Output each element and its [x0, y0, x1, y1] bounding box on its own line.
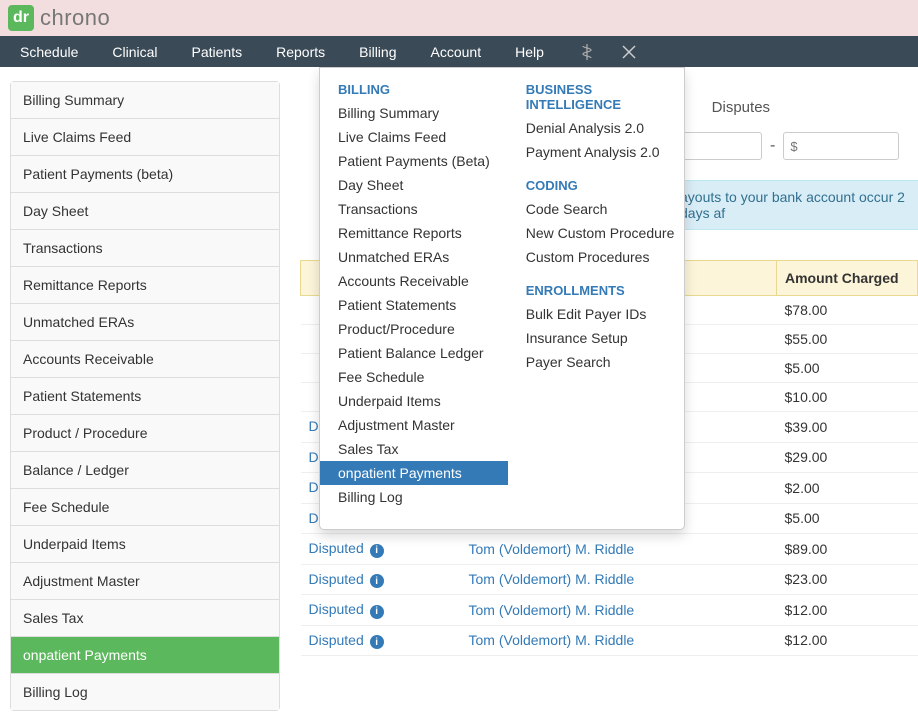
- logo-icon: dr: [8, 5, 34, 31]
- sidebar-item[interactable]: Balance / Ledger: [11, 452, 279, 489]
- sidebar-item[interactable]: Transactions: [11, 230, 279, 267]
- info-icon[interactable]: i: [370, 544, 384, 558]
- top-bar: dr chrono: [0, 0, 918, 36]
- status-link[interactable]: Disputed: [309, 601, 368, 617]
- nav-billing[interactable]: Billing: [359, 44, 396, 60]
- info-icon[interactable]: i: [370, 635, 384, 649]
- menu-item[interactable]: Billing Summary: [320, 101, 508, 125]
- sidebar-item[interactable]: Remittance Reports: [11, 267, 279, 304]
- menu-item[interactable]: Remittance Reports: [320, 221, 508, 245]
- menu-item[interactable]: Live Claims Feed: [320, 125, 508, 149]
- amount-cell: $10.00: [777, 383, 918, 412]
- menu-item[interactable]: Day Sheet: [320, 173, 508, 197]
- sidebar-item[interactable]: Fee Schedule: [11, 489, 279, 526]
- menu-item[interactable]: Unmatched ERAs: [320, 245, 508, 269]
- menu-item[interactable]: Patient Balance Ledger: [320, 341, 508, 365]
- amount-cell: $2.00: [777, 473, 918, 504]
- sidebar-item[interactable]: Day Sheet: [11, 193, 279, 230]
- nav-help[interactable]: Help: [515, 44, 544, 60]
- nav-patients[interactable]: Patients: [192, 44, 243, 60]
- menu-item[interactable]: New Custom Procedure: [508, 221, 693, 245]
- menu-item[interactable]: Payment Analysis 2.0: [508, 140, 693, 164]
- table-row: Disputed i Tom (Voldemort) M. Riddle $12.0…: [301, 595, 918, 626]
- menu-header-bi: BUSINESS INTELLIGENCE: [508, 78, 693, 116]
- sidebar-item[interactable]: Underpaid Items: [11, 526, 279, 563]
- menu-item[interactable]: Bulk Edit Payer IDs: [508, 302, 693, 326]
- tools-icon[interactable]: [620, 43, 638, 61]
- menu-item[interactable]: Accounts Receivable: [320, 269, 508, 293]
- patient-link[interactable]: Tom (Voldemort) M. Riddle: [469, 571, 635, 587]
- amount-max-input[interactable]: [783, 132, 899, 160]
- billing-dropdown: BILLING Billing SummaryLive Claims FeedP…: [319, 67, 685, 530]
- status-link[interactable]: Disputed: [309, 632, 368, 648]
- sidebar-item[interactable]: Patient Payments (beta): [11, 156, 279, 193]
- menu-item[interactable]: Adjustment Master: [320, 413, 508, 437]
- menu-item[interactable]: Billing Log: [320, 485, 508, 509]
- menu-item[interactable]: Denial Analysis 2.0: [508, 116, 693, 140]
- patient-link[interactable]: Tom (Voldemort) M. Riddle: [469, 541, 635, 557]
- menu-item[interactable]: Fee Schedule: [320, 365, 508, 389]
- nav-clinical[interactable]: Clinical: [112, 44, 157, 60]
- amount-cell: $5.00: [777, 354, 918, 383]
- menu-item[interactable]: Patient Payments (Beta): [320, 149, 508, 173]
- nav-account[interactable]: Account: [431, 44, 482, 60]
- sidebar-item[interactable]: Unmatched ERAs: [11, 304, 279, 341]
- menu-item[interactable]: onpatient Payments: [320, 461, 508, 485]
- amount-cell: $23.00: [777, 564, 918, 595]
- logo-text: chrono: [40, 5, 110, 31]
- menu-item[interactable]: Payer Search: [508, 350, 693, 374]
- nav-reports[interactable]: Reports: [276, 44, 325, 60]
- range-separator: -: [770, 137, 775, 155]
- main-nav: Schedule Clinical Patients Reports Billi…: [0, 36, 918, 67]
- menu-item[interactable]: Insurance Setup: [508, 326, 693, 350]
- caduceus-icon[interactable]: [578, 43, 596, 61]
- amount-cell: $89.00: [777, 534, 918, 565]
- sidebar-item[interactable]: Billing Log: [11, 674, 279, 710]
- sidebar-item[interactable]: Live Claims Feed: [11, 119, 279, 156]
- amount-cell: $29.00: [777, 442, 918, 473]
- sidebar-item[interactable]: Billing Summary: [11, 82, 279, 119]
- menu-item[interactable]: Patient Statements: [320, 293, 508, 317]
- sidebar-item[interactable]: Patient Statements: [11, 378, 279, 415]
- sidebar-item[interactable]: Sales Tax: [11, 600, 279, 637]
- menu-item[interactable]: Transactions: [320, 197, 508, 221]
- patient-link[interactable]: Tom (Voldemort) M. Riddle: [469, 632, 635, 648]
- th-amount: Amount Charged: [777, 261, 918, 296]
- table-row: Disputed i Tom (Voldemort) M. Riddle $12.0…: [301, 625, 918, 656]
- info-icon[interactable]: i: [370, 605, 384, 619]
- amount-cell: $12.00: [777, 595, 918, 626]
- tab-disputes[interactable]: Disputes: [712, 99, 770, 116]
- amount-cell: $12.00: [777, 625, 918, 656]
- menu-item[interactable]: Sales Tax: [320, 437, 508, 461]
- amount-cell: $39.00: [777, 412, 918, 443]
- sidebar-item[interactable]: Accounts Receivable: [11, 341, 279, 378]
- menu-item[interactable]: Product/Procedure: [320, 317, 508, 341]
- sidebar-item[interactable]: onpatient Payments: [11, 637, 279, 674]
- info-icon[interactable]: i: [370, 574, 384, 588]
- status-link[interactable]: Disputed: [309, 540, 368, 556]
- nav-schedule[interactable]: Schedule: [20, 44, 78, 60]
- amount-cell: $55.00: [777, 325, 918, 354]
- sidebar-item[interactable]: Product / Procedure: [11, 415, 279, 452]
- amount-cell: $5.00: [777, 503, 918, 534]
- info-banner: ayouts to your bank account occur 2 days…: [670, 180, 918, 230]
- menu-item[interactable]: Code Search: [508, 197, 693, 221]
- menu-header-billing: BILLING: [320, 78, 508, 101]
- sidebar: Billing SummaryLive Claims FeedPatient P…: [10, 81, 280, 711]
- menu-header-coding: CODING: [508, 174, 693, 197]
- table-row: Disputed i Tom (Voldemort) M. Riddle $23.0…: [301, 564, 918, 595]
- menu-item[interactable]: Custom Procedures: [508, 245, 693, 269]
- table-row: Disputed i Tom (Voldemort) M. Riddle $89.0…: [301, 534, 918, 565]
- status-link[interactable]: Disputed: [309, 571, 368, 587]
- menu-header-enroll: ENROLLMENTS: [508, 279, 693, 302]
- menu-item[interactable]: Underpaid Items: [320, 389, 508, 413]
- sidebar-item[interactable]: Adjustment Master: [11, 563, 279, 600]
- amount-cell: $78.00: [777, 296, 918, 325]
- patient-link[interactable]: Tom (Voldemort) M. Riddle: [469, 602, 635, 618]
